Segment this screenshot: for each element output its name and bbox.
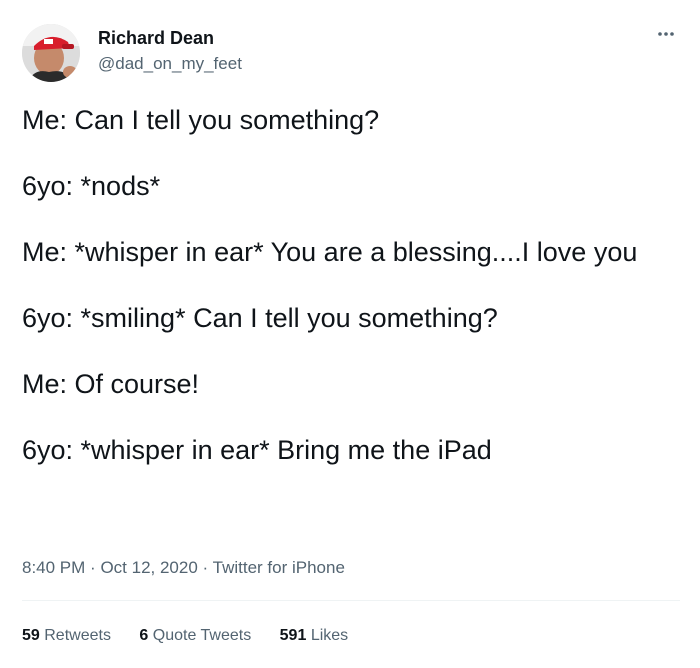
more-options-button[interactable] — [652, 24, 680, 44]
engagement-stats: 59 Retweets 6 Quote Tweets 591 Likes — [22, 625, 372, 647]
tweet-time[interactable]: 8:40 PM — [22, 558, 85, 577]
tweet-source[interactable]: Twitter for iPhone — [213, 558, 345, 577]
tweet-line: 6yo: *whisper in ear* Bring me the iPad — [22, 435, 492, 465]
tweet-line: 6yo: *nods* — [22, 171, 161, 201]
retweets-stat[interactable]: 59 Retweets — [22, 625, 111, 647]
tweet-line: Me: *whisper in ear* You are a blessing.… — [22, 237, 638, 267]
tweet-date[interactable]: Oct 12, 2020 — [100, 558, 197, 577]
meta-separator: · — [90, 558, 96, 577]
retweets-count: 59 — [22, 627, 40, 644]
tweet-metadata: 8:40 PM · Oct 12, 2020 · Twitter for iPh… — [22, 557, 345, 579]
tweet-card: Richard Dean @dad_on_my_feet Me: Can I t… — [0, 0, 700, 668]
tweet-line: Me: Can I tell you something? — [22, 105, 380, 135]
tweet-text: Me: Can I tell you something? 6yo: *nods… — [22, 104, 662, 500]
quote-tweets-label: Quote Tweets — [152, 627, 252, 644]
retweets-label: Retweets — [44, 627, 111, 644]
likes-stat[interactable]: 591 Likes — [280, 625, 349, 647]
author-block: Richard Dean @dad_on_my_feet — [98, 27, 242, 75]
quote-tweets-stat[interactable]: 6 Quote Tweets — [139, 625, 251, 647]
more-horizontal-icon — [658, 32, 674, 36]
author-display-name[interactable]: Richard Dean — [98, 27, 242, 49]
meta-separator: · — [202, 558, 209, 577]
likes-label: Likes — [310, 627, 349, 644]
avatar[interactable] — [22, 24, 80, 82]
tweet-line: 6yo: *smiling* Can I tell you something? — [22, 303, 498, 333]
likes-count: 591 — [279, 627, 307, 644]
author-handle[interactable]: @dad_on_my_feet — [98, 53, 242, 75]
tweet-line: Me: Of course! — [22, 369, 200, 399]
quote-tweets-count: 6 — [139, 627, 149, 644]
divider — [22, 600, 680, 601]
avatar-image — [22, 24, 80, 82]
